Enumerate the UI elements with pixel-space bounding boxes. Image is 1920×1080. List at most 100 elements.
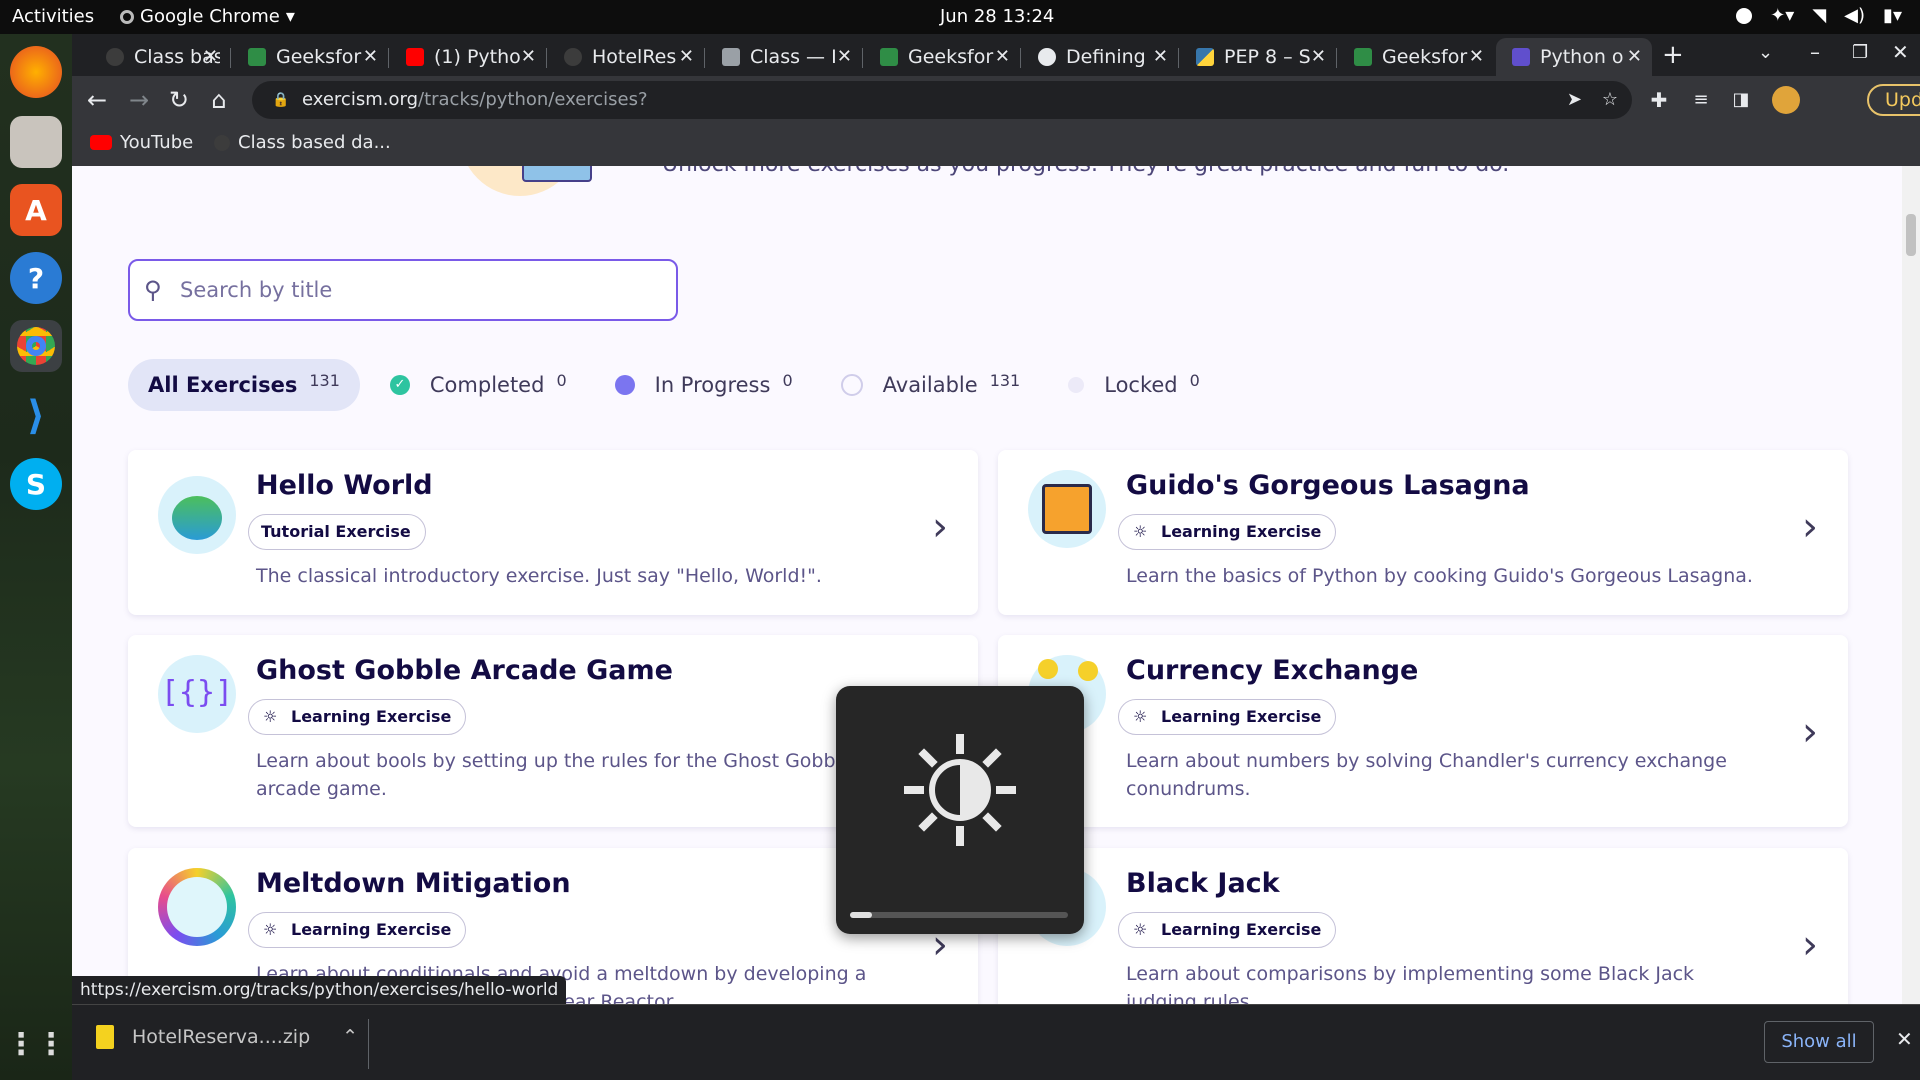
send-icon[interactable]: ➤ — [1567, 81, 1582, 119]
tab-9-active[interactable]: Python o ✕ — [1496, 38, 1652, 76]
new-tab-button[interactable]: + — [1662, 40, 1684, 70]
laptop-illustration — [522, 166, 592, 182]
help-icon[interactable]: ? — [10, 252, 62, 304]
side-panel-icon[interactable]: ◨ — [1726, 85, 1756, 115]
tab-separator — [230, 48, 231, 68]
filter-available[interactable]: Available 131 — [840, 359, 1021, 411]
close-icon[interactable]: ✕ — [1311, 46, 1326, 67]
tab-4[interactable]: Class — I ✕ — [706, 38, 862, 76]
tab-separator — [546, 48, 547, 68]
reload-icon[interactable]: ↻ — [164, 85, 194, 115]
learning-badge: ☼ Learning Exercise — [1118, 912, 1337, 948]
app-menu[interactable]: Google Chrome ▾ — [120, 6, 295, 27]
filter-count: 0 — [556, 370, 567, 390]
toolbar: ← → ↻ ⌂ 🔒 exercism.org/tracks/python/exe… — [72, 76, 1920, 124]
close-icon[interactable]: ✕ — [1469, 46, 1484, 67]
show-all-button[interactable]: Show all — [1764, 1021, 1874, 1063]
globe-icon — [214, 134, 230, 151]
tab-5[interactable]: Geeksfor ✕ — [864, 38, 1020, 76]
tab-8[interactable]: Geeksfor ✕ — [1338, 38, 1494, 76]
tab-separator — [704, 48, 705, 68]
close-icon[interactable]: ✕ — [1153, 46, 1168, 67]
show-apps-icon[interactable]: ⋮⋮ — [6, 1018, 66, 1070]
filter-label: Completed — [429, 373, 545, 397]
lock-icon: 🔒 — [272, 92, 290, 108]
search-input[interactable]: ⚲ Search by title — [128, 259, 678, 321]
close-icon[interactable]: ✕ — [1627, 46, 1642, 67]
exercise-card-lasagna[interactable]: Guido's Gorgeous Lasagna ☼ Learning Exerc… — [998, 450, 1848, 615]
firefox-icon[interactable] — [10, 46, 62, 98]
vscode-icon[interactable]: ⟩ — [10, 390, 62, 442]
close-icon[interactable]: ✕ — [521, 46, 536, 67]
exercise-description: The classical introductory exercise. Jus… — [256, 565, 822, 587]
brightness-icon — [904, 734, 1016, 846]
filter-completed[interactable]: ✓ Completed 0 — [389, 359, 567, 411]
in-progress-dot-icon — [614, 375, 635, 395]
maximize-icon[interactable]: ❐ — [1852, 42, 1868, 63]
bookmark-label: YouTube — [120, 132, 194, 153]
chrome-icon[interactable] — [10, 320, 62, 372]
system-tray[interactable]: ✦▾ ◥ ◀) ▮▾ — [1736, 5, 1902, 26]
clock[interactable]: Jun 28 13:24 — [940, 6, 1054, 27]
filter-count: 0 — [1189, 370, 1200, 390]
forward-icon[interactable]: → — [124, 85, 154, 115]
download-item[interactable]: HotelReserva....zip ⌃ — [96, 1025, 358, 1049]
exercise-title: Meltdown Mitigation — [256, 868, 571, 899]
reading-list-icon[interactable]: ≡ — [1686, 85, 1716, 115]
update-button[interactable]: Update — [1867, 84, 1920, 116]
bulb-icon: ☼ — [263, 920, 278, 939]
bookmark-star-icon[interactable]: ☆ — [1602, 81, 1618, 119]
close-downloads-icon[interactable]: ✕ — [1896, 1027, 1913, 1051]
exercise-card-black-jack[interactable]: Black Jack ☼ Learning Exercise Learn abou… — [998, 848, 1848, 1004]
tab-0[interactable]: Class bas ✕ — [90, 38, 228, 76]
filter-count: 131 — [989, 370, 1021, 390]
tab-6[interactable]: Defining ✕ — [1022, 38, 1178, 76]
learning-badge: ☼ Learning Exercise — [1118, 699, 1337, 735]
tab-3[interactable]: HotelRes ✕ — [548, 38, 704, 76]
back-icon[interactable]: ← — [82, 85, 112, 115]
window-close-icon[interactable]: ✕ — [1892, 40, 1909, 64]
close-icon[interactable]: ✕ — [203, 46, 218, 67]
geeksforgeeks-icon — [1354, 48, 1372, 66]
filter-label: Locked — [1104, 373, 1178, 397]
brightness-level-bar — [850, 912, 1068, 918]
volume-icon: ◀) — [1844, 5, 1866, 26]
code-braces-icon: [{}] — [158, 655, 236, 733]
page-scrollbar[interactable] — [1902, 166, 1920, 1004]
geeksforgeeks-icon — [880, 48, 898, 66]
minimize-icon[interactable]: – — [1810, 40, 1820, 64]
tab-2[interactable]: (1) Pytho ✕ — [390, 38, 546, 76]
exercism-icon — [1512, 48, 1530, 66]
exercise-card-hello-world[interactable]: Hello World Tutorial Exercise The classi… — [128, 450, 978, 615]
extensions-icon[interactable]: ✚ — [1644, 85, 1674, 115]
close-icon[interactable]: ✕ — [837, 46, 852, 67]
software-center-icon[interactable]: A — [10, 184, 62, 236]
chevron-up-icon[interactable]: ⌃ — [342, 1026, 358, 1048]
tab-1[interactable]: Geeksfor ✕ — [232, 38, 388, 76]
bookmark-class-based[interactable]: Class based da... — [214, 132, 391, 153]
address-bar[interactable]: 🔒 exercism.org/tracks/python/exercises? … — [252, 81, 1632, 119]
tab-7[interactable]: PEP 8 – S ✕ — [1180, 38, 1336, 76]
home-icon[interactable]: ⌂ — [204, 85, 234, 115]
close-icon[interactable]: ✕ — [363, 46, 378, 67]
activities-button[interactable]: Activities — [12, 6, 94, 27]
gnome-top-bar: Activities Google Chrome ▾ Jun 28 13:24 … — [0, 0, 1920, 34]
learning-badge: ☼ Learning Exercise — [248, 699, 467, 735]
skype-icon[interactable]: S — [10, 458, 62, 510]
check-circle-icon: ✓ — [389, 375, 410, 395]
youtube-icon — [90, 135, 112, 150]
oven-icon — [1028, 470, 1106, 548]
close-icon[interactable]: ✕ — [679, 46, 694, 67]
bookmark-youtube[interactable]: YouTube — [90, 132, 193, 153]
tab-label: Geeksfor — [276, 46, 362, 68]
scrollbar-thumb[interactable] — [1906, 214, 1916, 256]
profile-avatar[interactable] — [1772, 86, 1800, 114]
filter-locked[interactable]: Locked 0 — [1068, 359, 1200, 411]
files-icon[interactable] — [10, 116, 62, 168]
close-icon[interactable]: ✕ — [995, 46, 1010, 67]
filter-in-progress[interactable]: In Progress 0 — [614, 359, 793, 411]
exercise-card-currency-exchange[interactable]: Currency Exchange ☼ Learning Exercise Lea… — [998, 635, 1848, 827]
exercise-title: Currency Exchange — [1126, 655, 1419, 686]
filter-all-exercises[interactable]: All Exercises 131 — [128, 359, 360, 411]
tab-search-icon[interactable]: ⌄ — [1758, 42, 1773, 63]
